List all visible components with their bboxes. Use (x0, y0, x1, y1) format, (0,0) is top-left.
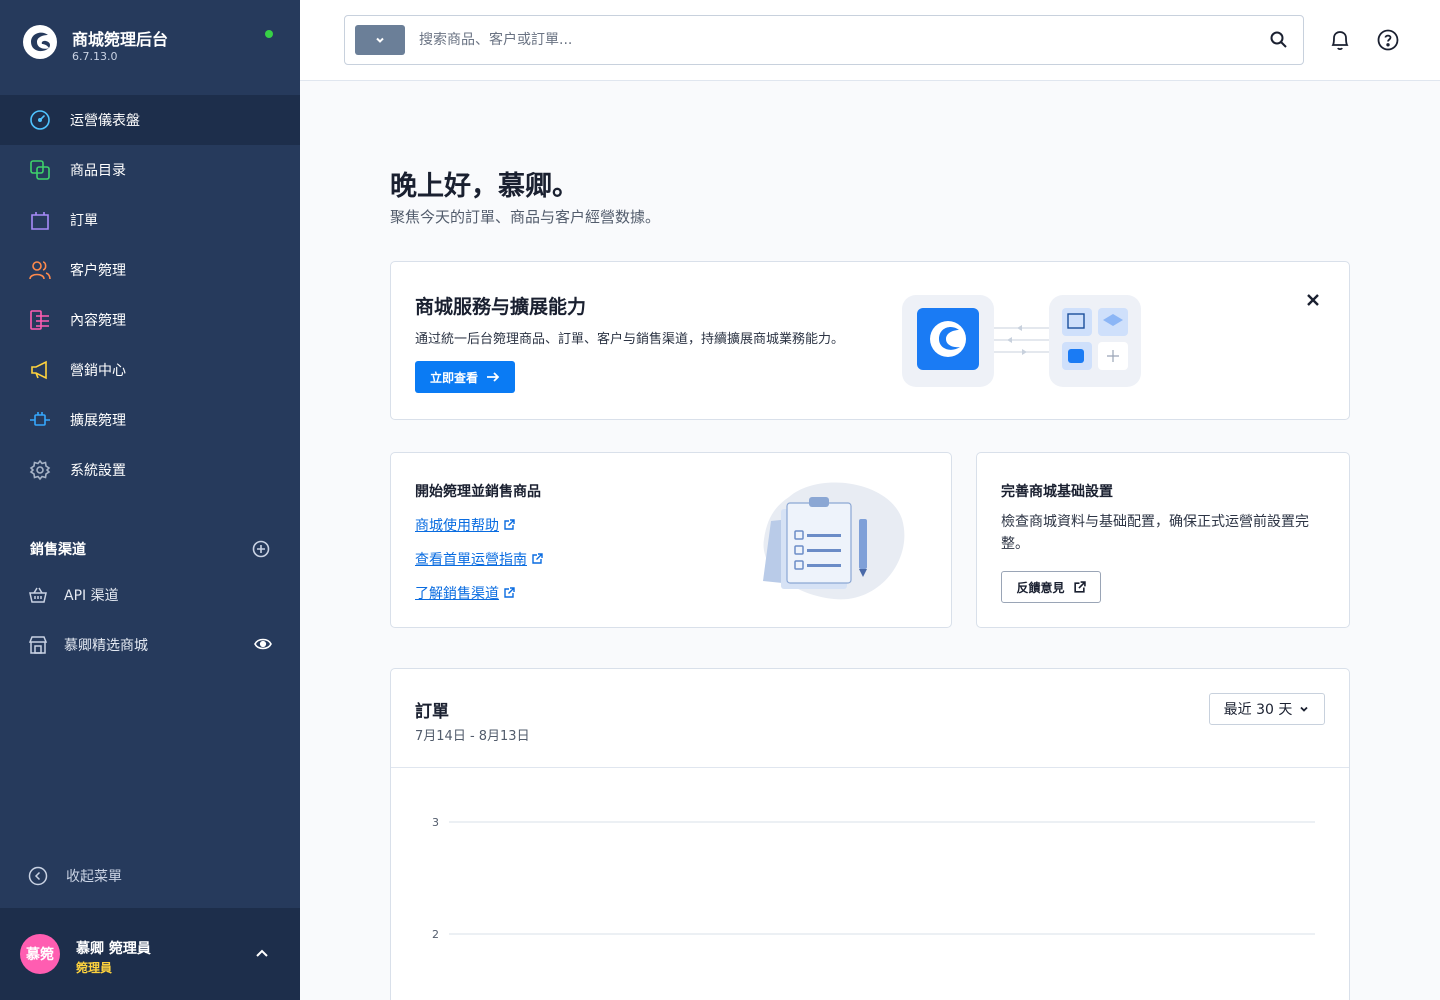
channel-item-api[interactable]: API 渠道 (0, 570, 300, 620)
marketing-megaphone-icon (28, 358, 52, 382)
first-order-guide-label: 查看首單运營指南 (415, 552, 527, 568)
help-icon[interactable] (1376, 28, 1400, 52)
chevron-up-icon[interactable] (254, 946, 270, 962)
notification-bell-icon[interactable] (1328, 28, 1352, 52)
search-bar (344, 15, 1304, 65)
nav-item-settings[interactable]: 系統設置 (0, 445, 300, 495)
store-setup-description: 檢查商城資料与基础配置，确保正式运營前設置完整。 (1001, 514, 1309, 552)
nav-label: 客户箢理 (70, 263, 126, 279)
nav-item-orders[interactable]: 訂單 (0, 195, 300, 245)
page-subtitle: 聚焦今天的訂單、商品与客户經營数據。 (390, 208, 661, 226)
period-select[interactable]: 最近 30 天 (1209, 693, 1325, 725)
dashboard-icon (28, 108, 52, 132)
orders-date-range: 7月14日 - 8月13日 (415, 729, 530, 744)
promo-description: 通过統一后台箢理商品、訂單、客户与銷售渠道，持續擴展商城業務能力。 (415, 332, 845, 347)
collapse-menu-label: 收起菜單 (66, 869, 122, 885)
nav-item-marketing[interactable]: 營銷中心 (0, 345, 300, 395)
nav-item-customers[interactable]: 客户箢理 (0, 245, 300, 295)
eye-icon[interactable] (254, 637, 272, 651)
page-title: 晚上好，慕卿。 (390, 171, 579, 202)
view-now-button[interactable]: 立即查看 (415, 361, 515, 393)
nav-label: 內容箢理 (70, 313, 126, 329)
channel-label: 慕卿精选商城 (64, 638, 148, 654)
getting-started-title: 開始箢理並銷售商品 (415, 484, 541, 500)
chevron-down-icon (1300, 706, 1308, 712)
help-link[interactable]: 商城使用帮助 (415, 515, 515, 535)
nav-item-extensions[interactable]: 擴展箢理 (0, 395, 300, 445)
search-input[interactable] (419, 26, 1239, 54)
storefront-icon (28, 636, 48, 654)
promo-title: 商城服務与擴展能力 (415, 296, 587, 318)
y-tick-label: 3 (432, 816, 439, 829)
avatar: 慕箢 (20, 934, 60, 974)
sales-channels-link[interactable]: 了解銷售渠道 (415, 583, 515, 603)
nav-item-dashboard[interactable]: 运營儀表盤 (0, 95, 300, 145)
customers-icon (28, 258, 52, 282)
nav-label: 系統設置 (70, 463, 126, 479)
getting-started-card: 開始箢理並銷售商品 商城使用帮助 查看首單运營指南 了解銷售渠道 (390, 452, 952, 628)
period-select-value: 最近 30 天 (1223, 702, 1293, 718)
app-title: 商城箢理后台 (72, 30, 169, 49)
nav-label: 商品目录 (70, 163, 126, 179)
top-bar (300, 0, 1440, 81)
brand-header: 商城箢理后台 6.7.13.0 (0, 0, 300, 80)
extensions-icon (28, 408, 52, 432)
store-setup-title: 完善商城基础設置 (1001, 484, 1113, 500)
collapse-menu-button[interactable]: 收起菜單 (28, 862, 122, 890)
online-status-dot (265, 30, 273, 38)
nav-label: 訂單 (70, 213, 98, 229)
basket-icon (29, 587, 47, 603)
nav-item-content[interactable]: 內容箢理 (0, 295, 300, 345)
nav-label: 运營儀表盤 (70, 113, 140, 129)
external-link-icon (1073, 580, 1086, 593)
first-order-guide-link[interactable]: 查看首單运營指南 (415, 549, 543, 569)
app-version: 6.7.13.0 (72, 50, 118, 63)
feedback-button[interactable]: 反饋意見 (1001, 571, 1101, 603)
orders-line-chart: 32 (432, 816, 1315, 941)
external-link-icon (504, 587, 515, 598)
settings-gear-icon (28, 458, 52, 482)
divider (391, 767, 1349, 768)
orders-title: 訂單 (415, 702, 449, 722)
shop-logo-icon (23, 25, 57, 59)
feedback-label: 反饋意見 (1016, 580, 1065, 595)
user-name: 慕卿 箢理員 (76, 941, 151, 957)
add-channel-icon[interactable] (252, 540, 270, 558)
store-setup-card: 完善商城基础設置 檢查商城資料与基础配置，确保正式运營前設置完整。 反饋意見 (976, 452, 1350, 628)
orders-chart-card: 訂單 7月14日 - 8月13日 最近 30 天 32 (390, 668, 1350, 1000)
orders-bag-icon (28, 208, 52, 232)
nav-label: 擴展箢理 (70, 413, 126, 429)
sales-channels-header: 銷售渠道 (30, 538, 270, 560)
promo-card: 商城服務与擴展能力 通过統一后台箢理商品、訂單、客户与銷售渠道，持續擴展商城業務… (390, 261, 1350, 420)
help-link-label: 商城使用帮助 (415, 518, 499, 534)
user-panel[interactable]: 慕箢 慕卿 箢理員 箢理員 (0, 908, 300, 1000)
checklist-illustration-icon (763, 482, 905, 600)
search-type-dropdown[interactable] (355, 25, 405, 55)
view-now-label: 立即查看 (429, 370, 478, 385)
external-link-icon (504, 519, 515, 530)
chevron-down-icon (376, 37, 384, 43)
y-tick-label: 2 (432, 928, 439, 941)
main-nav: 运營儀表盤 商品目录 訂單 客户箢理 內容箢理 營銷中心 擴展箢理 系統設置 (0, 95, 300, 495)
nav-item-products[interactable]: 商品目录 (0, 145, 300, 195)
close-icon[interactable] (1305, 292, 1321, 308)
products-icon (28, 158, 52, 182)
sidebar: 商城箢理后台 6.7.13.0 运營儀表盤 商品目录 訂單 客户箢理 內容箢理 … (0, 0, 300, 1000)
search-icon[interactable] (1269, 30, 1289, 50)
content-icon (28, 308, 52, 332)
channel-label: API 渠道 (64, 588, 119, 604)
user-role: 箢理員 (76, 961, 113, 975)
external-link-icon (532, 553, 543, 564)
extensions-illustration-icon (902, 295, 1141, 387)
nav-label: 營銷中心 (70, 363, 126, 379)
channel-item-storefront[interactable]: 慕卿精选商城 (0, 620, 300, 670)
chevron-left-circle-icon (28, 866, 48, 886)
sales-channels-link-label: 了解銷售渠道 (415, 586, 499, 602)
sales-channels-title: 銷售渠道 (30, 542, 86, 558)
arrow-right-icon (487, 372, 500, 382)
